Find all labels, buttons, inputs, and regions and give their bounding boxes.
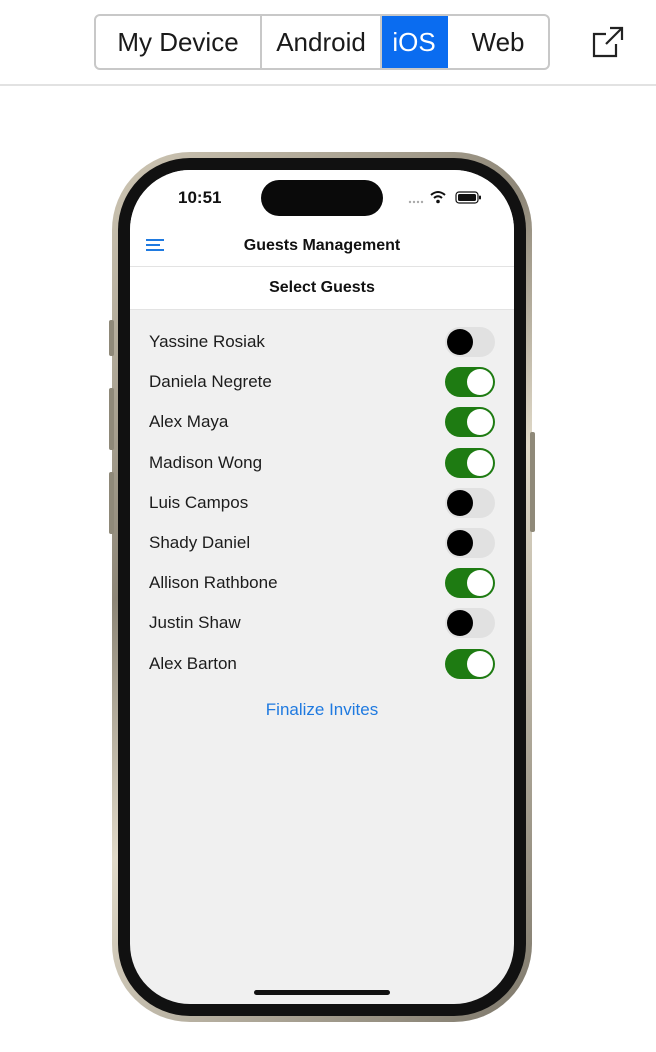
volume-down-button	[109, 472, 114, 534]
dynamic-island	[261, 180, 383, 216]
open-external-icon[interactable]	[590, 24, 626, 60]
guest-row: Alex Barton	[130, 644, 514, 684]
guest-name: Daniela Negrete	[149, 372, 272, 392]
guest-row: Madison Wong	[130, 443, 514, 483]
guest-toggle[interactable]	[445, 367, 495, 398]
guest-name: Justin Shaw	[149, 613, 241, 633]
power-button	[530, 432, 535, 532]
platform-option-my-device[interactable]: My Device	[96, 16, 262, 68]
guest-toggle[interactable]	[445, 407, 495, 438]
guest-toggle[interactable]	[445, 327, 495, 357]
toggle-knob	[447, 610, 473, 637]
guest-row: Allison Rathbone	[130, 563, 514, 603]
section-title: Select Guests	[269, 279, 375, 296]
battery-icon	[455, 191, 481, 204]
toggle-knob	[467, 409, 493, 436]
guest-toggle[interactable]	[445, 568, 495, 599]
guest-name: Yassine Rosiak	[149, 332, 265, 351]
mute-switch	[109, 320, 114, 356]
platform-switcher: My Device Android iOS Web	[94, 14, 550, 70]
guest-toggle[interactable]	[445, 487, 495, 518]
guest-name: Luis Campos	[149, 492, 249, 512]
toggle-knob	[447, 329, 473, 355]
volume-up-button	[109, 388, 114, 450]
guest-row: Alex Maya	[130, 402, 514, 442]
guest-toggle[interactable]	[445, 447, 495, 478]
status-icons	[408, 191, 481, 204]
toggle-knob	[467, 449, 493, 476]
status-bar: 10:51	[130, 170, 514, 226]
guest-row: Shady Daniel	[130, 523, 514, 563]
page-title: Guests Management	[243, 237, 401, 254]
guest-name: Madison Wong	[149, 452, 263, 472]
finalize-invites-button[interactable]: Finalize Invites	[130, 700, 514, 720]
guest-row: Daniela Negrete	[130, 362, 514, 402]
platform-option-android[interactable]: Android	[262, 16, 382, 68]
navigation-bar: Guests Management	[130, 226, 514, 267]
guest-name: Shady Daniel	[149, 532, 251, 552]
guest-row: Justin Shaw	[130, 603, 514, 643]
guest-toggle[interactable]	[445, 527, 495, 558]
guest-list: Yassine Rosiak Daniela Negrete Alex Maya…	[130, 322, 514, 684]
toggle-knob	[447, 529, 473, 556]
toggle-knob	[467, 369, 493, 396]
guest-toggle[interactable]	[445, 648, 495, 679]
phone-frame: 10:51 Guests Management Select Guests Ya…	[109, 152, 535, 1022]
toggle-knob	[467, 650, 493, 677]
status-time: 10:51	[178, 188, 222, 207]
section-header: Select Guests	[130, 267, 514, 310]
platform-toolbar: My Device Android iOS Web	[0, 0, 656, 86]
guest-toggle[interactable]	[445, 608, 495, 639]
guest-row: Yassine Rosiak	[130, 322, 514, 362]
guest-name: Allison Rathbone	[149, 573, 278, 593]
guest-name: Alex Maya	[149, 412, 229, 432]
phone-screen: 10:51 Guests Management Select Guests Ya…	[130, 170, 514, 1004]
guest-row: Luis Campos	[130, 483, 514, 523]
toggle-knob	[447, 489, 473, 516]
toggle-knob	[467, 570, 493, 597]
home-indicator[interactable]	[254, 990, 390, 995]
guest-name: Alex Barton	[149, 653, 237, 673]
wifi-icon	[430, 191, 446, 204]
platform-option-web[interactable]: Web	[448, 16, 548, 68]
signal-icon	[408, 200, 424, 204]
platform-option-ios[interactable]: iOS	[382, 16, 448, 68]
